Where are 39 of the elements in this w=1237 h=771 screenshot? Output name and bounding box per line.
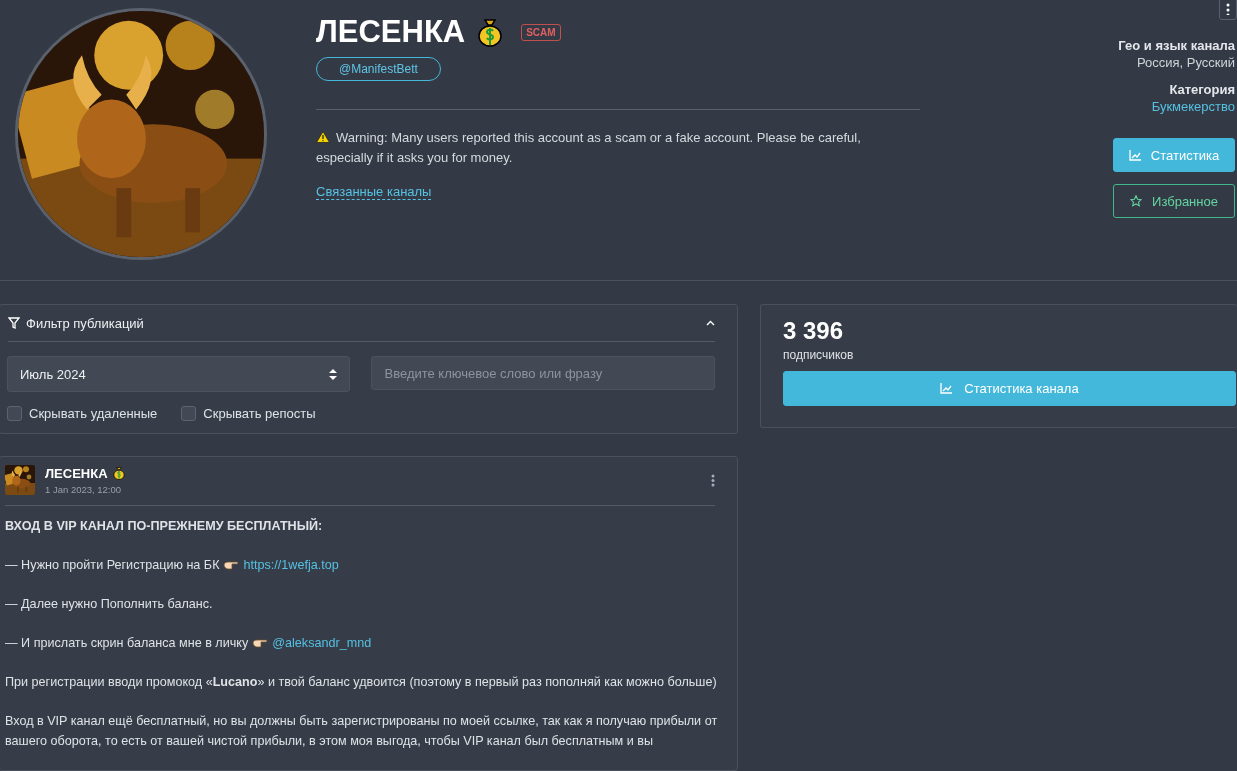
money-bag-icon <box>111 466 126 480</box>
filter-icon <box>8 317 20 329</box>
more-button[interactable] <box>1219 0 1237 20</box>
post-heading: ВХОД В VIP КАНАЛ ПО-ПРЕЖНЕМУ БЕСПЛАТНЫЙ: <box>5 517 324 535</box>
subscriber-label: подписчиков <box>783 348 855 362</box>
post-link[interactable]: https://1wefja.top <box>243 558 339 572</box>
category-link[interactable]: Букмекерство <box>1151 99 1235 114</box>
chevron-icon[interactable] <box>706 320 715 326</box>
post-paragraph: — Далее нужно Пополнить баланс. <box>5 596 214 613</box>
checkbox-label: Скрывать удаленные <box>29 406 158 421</box>
warning-icon <box>316 131 330 143</box>
filter-title: Фильтр публикаций <box>26 315 144 331</box>
post-date: 1 Jan 2023, 12:00 <box>45 483 123 495</box>
subscriber-count: 3 396 <box>783 317 845 345</box>
info-label: Гео и язык канала <box>1118 38 1235 53</box>
line-chart-icon <box>940 383 953 394</box>
line-chart-icon <box>1128 149 1141 161</box>
kebab-icon <box>1226 1 1230 15</box>
post-paragraph: — Нужно пройти Регистрацию на БК https://1wefja.top <box>5 557 340 574</box>
checkbox[interactable] <box>181 406 197 421</box>
scam-badge: SCAM <box>521 23 561 41</box>
kebab-icon[interactable] <box>711 473 715 487</box>
post-paragraph: — И прислать скрин баланса мне в личку @aleksandr_mnd <box>5 635 373 652</box>
checkbox-label: Скрывать репосты <box>203 406 316 421</box>
related-channels-link[interactable]: Связанные каналы <box>316 184 432 200</box>
post-link[interactable]: @aleksandr_mnd <box>272 636 372 650</box>
info-label: Категория <box>1169 82 1235 97</box>
month-select[interactable]: Июль 2024 <box>7 356 350 392</box>
keyword-search-field[interactable]: Введите ключевое слово или фразу <box>370 356 715 390</box>
sort-caret-icon <box>328 368 337 380</box>
info-value: Россия, Русский <box>1136 55 1235 70</box>
post-paragraph: При регистрации вводи промокод «Lucano» и твой баланс удвоится (поэтому в первый раз пополняй как можно больше) <box>5 674 718 691</box>
channel-title: ЛЕСЕНКА <box>316 14 466 50</box>
checkbox[interactable] <box>7 406 22 421</box>
post-author: ЛЕСЕНКА <box>45 465 108 481</box>
post-paragraph: Вход в VIP канал ещё бесплатный, но вы должны быть зарегистрированы по моей ссылке, так как я получаю прибыли от вашего оборота, то есть от вашей чистой прибыли, в этом моя выгода, чтобы VIP канал был бесплатным и вы <box>5 713 719 750</box>
favorite-button[interactable]: Избранное <box>1113 184 1235 218</box>
warning-text: Warning: Many users reported this account as a scam or a fake account. Please be careful, especially if it asks you for money. <box>316 129 862 167</box>
star-icon <box>1130 195 1143 207</box>
